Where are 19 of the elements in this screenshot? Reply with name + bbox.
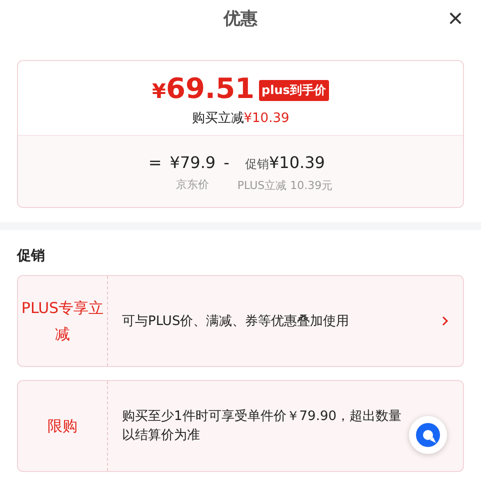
chevron-icon[interactable] bbox=[441, 315, 449, 327]
promotion-text: 购买至少1件时可享受单件价￥79.90，超出数量以结算价为准 bbox=[122, 409, 402, 443]
operator: = bbox=[148, 152, 162, 174]
price-term: 促销¥10.39 bbox=[245, 152, 325, 174]
sheet-title: 优惠 bbox=[224, 8, 258, 30]
section-title: 促销 bbox=[17, 247, 45, 265]
price-note: PLUS立减 10.39元 bbox=[237, 178, 333, 193]
promotion-tag: 限购 bbox=[20, 413, 104, 439]
saving-text: 购买立减¥10.39 bbox=[192, 110, 290, 127]
promotion-text: 可与PLUS价、满减、券等优惠叠加使用 bbox=[122, 314, 350, 328]
close-button[interactable]: × bbox=[444, 3, 467, 33]
plus-price-badge: plus到手价 bbox=[258, 80, 329, 100]
promotion-card[interactable]: PLUS专享立减 可与PLUS价、满减、券等优惠叠加使用 bbox=[17, 275, 464, 367]
promotion-tag: PLUS专享立减 bbox=[20, 295, 104, 347]
chat-button[interactable] bbox=[408, 415, 448, 455]
operator: - bbox=[224, 152, 230, 174]
price-note: 京东价 bbox=[176, 177, 210, 192]
price-term: ¥79.9 bbox=[170, 152, 216, 174]
final-price: ¥69.51 bbox=[152, 73, 255, 107]
